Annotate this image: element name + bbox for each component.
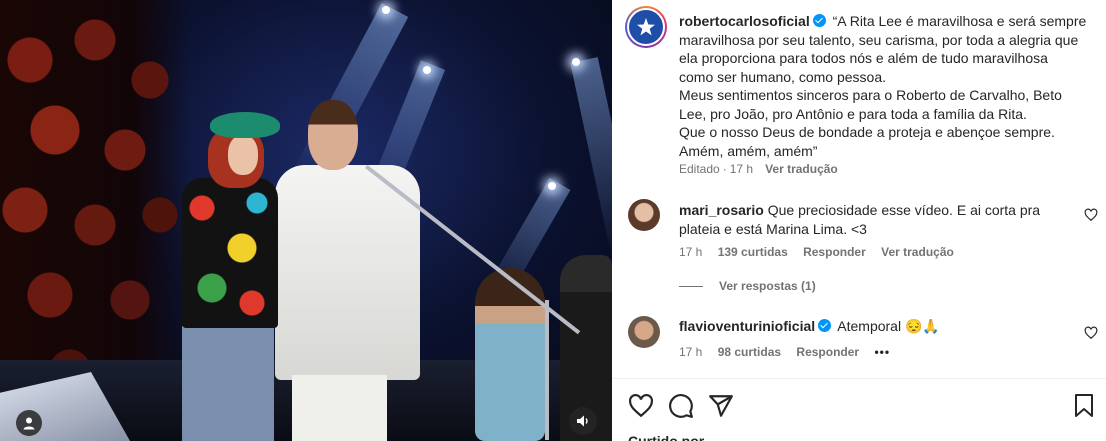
comment-like-heart-icon[interactable]	[1084, 326, 1098, 340]
author-username[interactable]: robertocarlosoficial	[679, 13, 810, 29]
caption-line: ela proporciona para todos nós e além de…	[679, 50, 1048, 66]
comment-username[interactable]: flavioventurinioficial	[679, 318, 815, 334]
actions-divider	[612, 378, 1106, 379]
audio-toggle-button[interactable]	[569, 407, 597, 435]
star-logo-icon	[637, 18, 655, 36]
tagged-users-button[interactable]	[16, 410, 42, 436]
caption-line: Que o nosso Deus de bondade a proteja e …	[679, 124, 1055, 140]
comment-meta: 17 h 98 curtidas Responder •••	[679, 345, 902, 359]
author-avatar[interactable]	[625, 6, 667, 48]
spotlight	[572, 58, 580, 66]
performer-face	[228, 135, 258, 175]
verified-badge-icon	[812, 14, 826, 27]
spotlight	[382, 6, 390, 14]
comment-options-button[interactable]: •••	[874, 345, 890, 359]
post-actions	[628, 393, 734, 419]
caption-line: Amém, amém, amém”	[679, 142, 818, 159]
caption-translate-link[interactable]: Ver tradução	[765, 162, 838, 176]
reply-button[interactable]: Responder	[796, 345, 859, 359]
mic-stand	[545, 300, 549, 440]
spotlight	[548, 182, 556, 190]
post-video[interactable]	[0, 0, 612, 441]
share-icon[interactable]	[708, 393, 734, 419]
verified-badge-icon	[818, 319, 832, 332]
comment-time[interactable]: 17 h	[679, 345, 702, 359]
commenter-avatar[interactable]	[628, 199, 660, 231]
performer-white-suit	[275, 165, 420, 380]
post-time[interactable]: 17 h	[730, 162, 753, 176]
caption-line: “A Rita Lee é maravilhosa e será sempre	[832, 13, 1087, 29]
likes-summary[interactable]: Curtido por ...	[628, 434, 720, 441]
speaker-icon	[577, 415, 588, 427]
post-caption: robertocarlosoficial “A Rita Lee é marav…	[679, 12, 1089, 160]
stage-light-beam	[570, 57, 612, 259]
performer-head	[308, 100, 358, 170]
commenter-avatar[interactable]	[628, 316, 660, 348]
user-icon	[23, 417, 35, 430]
comment-time[interactable]: 17 h	[679, 245, 702, 259]
caption-line: como ser humano, como pessoa.	[679, 68, 886, 85]
comment-translate-link[interactable]: Ver tradução	[881, 245, 954, 259]
comment-likes[interactable]: 139 curtidas	[718, 245, 788, 259]
spotlight	[423, 66, 431, 74]
performer-green-hat	[210, 112, 280, 138]
caption-line: maravilhosa por seu talento, seu carisma…	[679, 31, 1079, 48]
view-replies-label: Ver respostas (1)	[719, 279, 816, 293]
post-details-panel: robertocarlosoficial “A Rita Lee é marav…	[612, 0, 1106, 441]
performer-colorful-shirt	[182, 178, 278, 328]
comment-likes[interactable]: 98 curtidas	[718, 345, 781, 359]
caption-line: Lee, pro João, pro Antônio e para toda a…	[679, 105, 1027, 122]
backing-singer	[475, 268, 545, 441]
comment: flavioventurinioficial Atemporal 😔🙏	[679, 317, 1059, 336]
comment-like-heart-icon[interactable]	[1084, 208, 1098, 222]
caption-meta: Editado · 17 h Ver tradução	[679, 162, 838, 176]
view-replies-button[interactable]: Ver respostas (1)	[679, 279, 816, 293]
heart-icon[interactable]	[628, 393, 654, 419]
performer-jeans	[182, 326, 274, 441]
reply-button[interactable]: Responder	[803, 245, 866, 259]
comment: mari_rosario Que preciosidade esse vídeo…	[679, 201, 1059, 239]
performer-white-trousers	[292, 375, 387, 441]
comment-username[interactable]: mari_rosario	[679, 202, 764, 218]
comment-text: Atemporal 😔🙏	[837, 318, 940, 334]
caption-line: Meus sentimentos sinceros para o Roberto…	[679, 87, 1062, 103]
edited-label: Editado	[679, 162, 720, 176]
replies-divider-line	[679, 285, 703, 287]
bookmark-icon[interactable]	[1072, 393, 1096, 419]
comment-icon[interactable]	[668, 393, 694, 419]
comment-meta: 17 h 139 curtidas Responder Ver tradução	[679, 245, 966, 259]
